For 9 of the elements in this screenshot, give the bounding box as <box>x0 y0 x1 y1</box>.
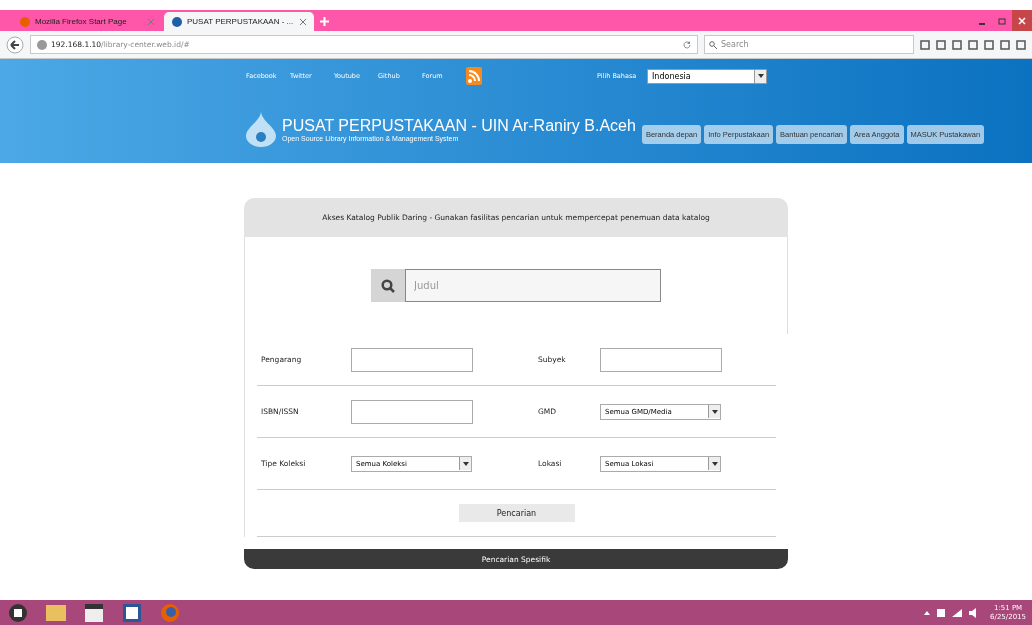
site-title: PUSAT PERPUSTAKAAN - UIN Ar-Raniry B.Aceh <box>282 116 636 135</box>
browser-tab[interactable]: Mozilla Firefox Start Page <box>12 12 162 31</box>
tab-title: PUSAT PERPUSTAKAAN - ... <box>187 17 294 26</box>
browser-tab[interactable]: PUSAT PERPUSTAKAAN - ... <box>164 12 314 31</box>
tab-title: Mozilla Firefox Start Page <box>35 17 127 26</box>
search-submit-button[interactable]: Pencarian <box>458 504 575 522</box>
language-dropdown[interactable]: Indonesia <box>647 68 767 84</box>
search-field[interactable]: Search <box>704 35 914 54</box>
title-search-field[interactable]: Judul <box>405 269 661 302</box>
